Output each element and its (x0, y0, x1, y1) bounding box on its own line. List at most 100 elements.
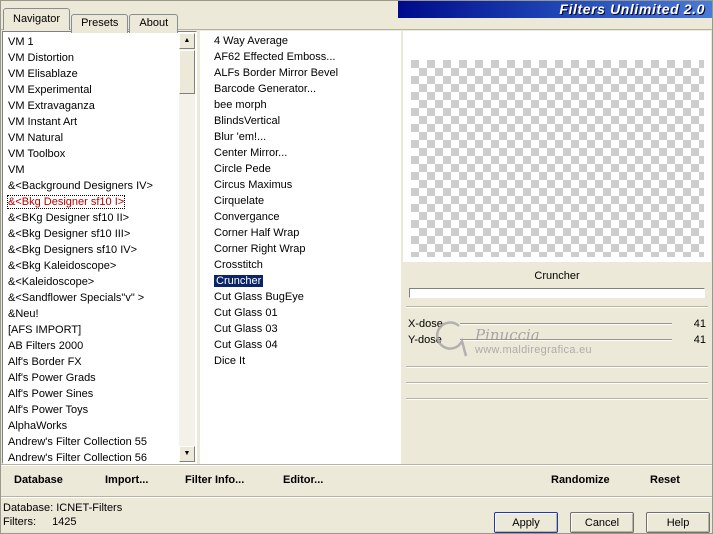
scrollbar-thumb[interactable] (179, 50, 195, 94)
category-item[interactable]: VM Toolbox (4, 146, 179, 162)
category-label: &<Bkg Designer sf10 I> (6, 195, 126, 209)
category-label: [AFS IMPORT] (8, 324, 82, 336)
arrow-down-icon: ▼ (183, 450, 191, 457)
cancel-button[interactable]: Cancel (570, 512, 634, 533)
randomize-button[interactable]: Randomize (551, 474, 610, 486)
filter-item[interactable]: Cut Glass BugEye (210, 289, 400, 305)
filter-item[interactable]: Corner Half Wrap (210, 225, 400, 241)
tab-strip: Navigator Presets About (3, 8, 179, 33)
filter-item[interactable]: Crosstitch (210, 257, 400, 273)
category-label: VM Elisablaze (8, 68, 78, 80)
filter-panel: 4 Way Average AF62 Effected Emboss... ALFs… (200, 31, 401, 464)
filter-item[interactable]: Convergance (210, 209, 400, 225)
category-item[interactable]: [AFS IMPORT] (4, 322, 179, 338)
help-button[interactable]: Help (646, 512, 710, 533)
action-bar: Database Import... Filter Info... Editor...… (0, 464, 713, 496)
filter-item[interactable]: AF62 Effected Emboss... (210, 49, 400, 65)
category-item[interactable]: Andrew's Filter Collection 56 (4, 450, 179, 462)
category-label: VM Experimental (8, 84, 92, 96)
category-item[interactable]: &<Background Designers IV> (4, 178, 179, 194)
divider (406, 382, 708, 384)
category-label: VM 1 (8, 36, 34, 48)
filter-item[interactable]: BlindsVertical (210, 113, 400, 129)
filter-label: Corner Right Wrap (214, 243, 306, 255)
filter-item[interactable]: Cut Glass 03 (210, 321, 400, 337)
category-item[interactable]: &<Bkg Designers sf10 IV> (4, 242, 179, 258)
filter-label: Cruncher (214, 275, 264, 287)
status-filters: Filters: 1425 (3, 516, 77, 528)
filter-item[interactable]: bee morph (210, 97, 400, 113)
watermark-url: www.maldiregrafica.eu (475, 344, 592, 356)
watermark-name: Pinuccia (475, 326, 540, 344)
filter-info-button[interactable]: Filter Info... (185, 474, 244, 486)
filter-label: BlindsVertical (214, 115, 281, 127)
filter-label: Convergance (214, 211, 280, 223)
tab-navigator[interactable]: Navigator (3, 8, 71, 30)
category-item[interactable]: &<Sandflower Specials"v" > (4, 290, 179, 306)
category-item[interactable]: VM Instant Art (4, 114, 179, 130)
scroll-up-button[interactable]: ▲ (179, 33, 195, 49)
category-item[interactable]: AlphaWorks (4, 418, 179, 434)
category-list: VM 1 VM Distortion VM Elisablaze VM Experim… (4, 34, 179, 462)
filter-label: Cut Glass 03 (214, 323, 278, 335)
category-item[interactable]: &<BKg Designer sf10 II> (4, 210, 179, 226)
param-value: 41 (693, 318, 706, 330)
filter-item[interactable]: Barcode Generator... (210, 81, 400, 97)
category-item[interactable]: &Neu! (4, 306, 179, 322)
filter-item[interactable]: Blur 'em!... (210, 129, 400, 145)
category-item[interactable]: &<Kaleidoscope> (4, 274, 179, 290)
watermark-logo-icon (435, 321, 468, 357)
filter-label: AF62 Effected Emboss... (214, 51, 336, 63)
divider (406, 306, 708, 308)
filter-item[interactable]: Cut Glass 04 (210, 337, 400, 353)
filter-label: Center Mirror... (214, 147, 288, 159)
category-item[interactable]: VM Natural (4, 130, 179, 146)
filter-item[interactable]: 4 Way Average (210, 33, 400, 49)
category-item[interactable]: Alf's Power Grads (4, 370, 179, 386)
category-item[interactable]: &<Bkg Designer sf10 I> (4, 194, 179, 210)
category-item[interactable]: VM Distortion (4, 50, 179, 66)
filter-label: Circle Pede (214, 163, 271, 175)
category-item[interactable]: Alf's Border FX (4, 354, 179, 370)
filter-item[interactable]: Circle Pede (210, 161, 400, 177)
filter-item[interactable]: Center Mirror... (210, 145, 400, 161)
category-label: &<Bkg Kaleidoscope> (8, 260, 117, 272)
category-item[interactable]: VM (4, 162, 179, 178)
filter-item[interactable]: Corner Right Wrap (210, 241, 400, 257)
filter-label: Cut Glass BugEye (214, 291, 304, 303)
filter-item[interactable]: Cruncher (210, 273, 400, 289)
arrow-up-icon: ▲ (183, 37, 191, 44)
category-item[interactable]: VM Extravaganza (4, 98, 179, 114)
filter-item[interactable]: Circus Maximus (210, 177, 400, 193)
preview-canvas (411, 60, 704, 257)
category-scrollbar[interactable]: ▲ ▼ (179, 33, 195, 462)
category-item[interactable]: &<Bkg Kaleidoscope> (4, 258, 179, 274)
database-button[interactable]: Database (14, 474, 63, 486)
category-item[interactable]: Andrew's Filter Collection 55 (4, 434, 179, 450)
preview-panel: Cruncher X-dose 41 Y-dose 41 Pinuccia www.m… (403, 31, 711, 464)
category-item[interactable]: VM 1 (4, 34, 179, 50)
tab-presets[interactable]: Presets (71, 14, 129, 33)
filter-item[interactable]: ALFs Border Mirror Bevel (210, 65, 400, 81)
apply-button[interactable]: Apply (494, 512, 558, 533)
editor-button[interactable]: Editor... (283, 474, 323, 486)
filter-item[interactable]: Dice It (210, 353, 400, 369)
category-item[interactable]: Alf's Power Sines (4, 386, 179, 402)
category-label: VM Natural (8, 132, 64, 144)
tab-about[interactable]: About (129, 14, 179, 33)
filter-item[interactable]: Cirquelate (210, 193, 400, 209)
category-label: &<Bkg Designer sf10 III> (8, 228, 131, 240)
scroll-down-button[interactable]: ▼ (179, 446, 195, 462)
category-item[interactable]: AB Filters 2000 (4, 338, 179, 354)
category-item[interactable]: VM Elisablaze (4, 66, 179, 82)
reset-button[interactable]: Reset (650, 474, 680, 486)
filter-list: 4 Way Average AF62 Effected Emboss... ALFs… (210, 33, 400, 463)
filter-label: Blur 'em!... (214, 131, 267, 143)
category-panel: VM 1 VM Distortion VM Elisablaze VM Experim… (2, 31, 197, 464)
filter-item[interactable]: Cut Glass 01 (210, 305, 400, 321)
category-item[interactable]: Alf's Power Toys (4, 402, 179, 418)
category-item[interactable]: &<Bkg Designer sf10 III> (4, 226, 179, 242)
divider (406, 366, 708, 368)
category-item[interactable]: VM Experimental (4, 82, 179, 98)
import-button[interactable]: Import... (105, 474, 148, 486)
